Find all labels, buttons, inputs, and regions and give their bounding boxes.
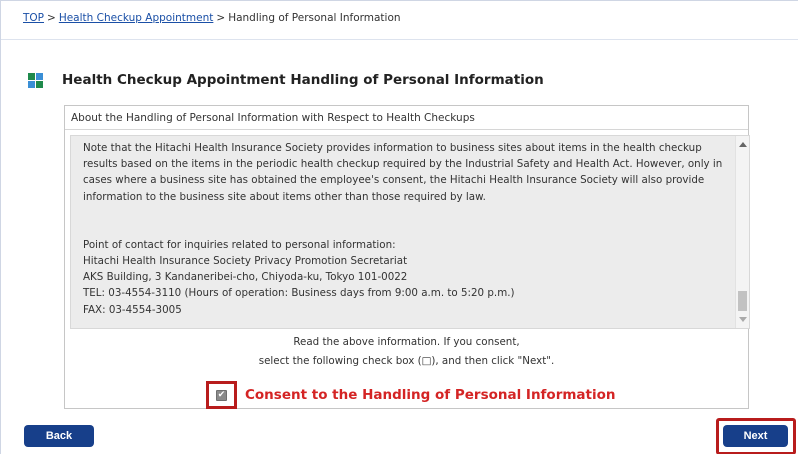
contact-line: Point of contact for inquiries related t… <box>83 238 396 251</box>
vertical-scrollbar[interactable] <box>735 136 749 328</box>
consent-panel: About the Handling of Personal Informati… <box>64 105 750 409</box>
breadcrumb-separator: > <box>47 12 56 24</box>
contact-line: Hitachi Health Insurance Society Privacy… <box>83 255 408 268</box>
check-icon: ✔ <box>217 389 226 400</box>
consent-label[interactable]: Consent to the Handling of Personal Info… <box>245 387 616 403</box>
panel-header: About the Handling of Personal Informati… <box>65 106 748 130</box>
breadcrumb-divider <box>1 39 798 40</box>
contact-line: TEL: 03-4554-3110 (Hours of operation: B… <box>83 287 515 300</box>
instruction-text-2: select the following check box (□), and … <box>258 355 555 367</box>
checkbox-checked: ✔ <box>216 389 227 401</box>
grid-squares-icon <box>28 72 43 88</box>
breadcrumb-link-health-checkup[interactable]: Health Checkup Appointment <box>59 12 214 24</box>
breadcrumb-link-top[interactable]: TOP <box>23 12 44 24</box>
privacy-paragraph: Note that the Hitachi Health Insurance S… <box>83 142 723 203</box>
back-button[interactable]: Back <box>24 425 94 447</box>
page-title: Health Checkup Appointment Handling of P… <box>62 72 544 88</box>
scrollbar-thumb[interactable] <box>738 291 747 311</box>
breadcrumb: TOP > Health Checkup Appointment > Handling … <box>23 12 401 24</box>
consent-row: ✔ Consent to the Handling of Personal In… <box>206 381 616 409</box>
privacy-text-scrollbox[interactable]: Note that the Hitachi Health Insurance S… <box>70 135 750 329</box>
next-button-highlight: Next <box>716 418 796 454</box>
scroll-down-arrow-icon[interactable] <box>739 317 747 322</box>
privacy-text: Note that the Hitachi Health Insurance S… <box>83 140 733 318</box>
next-button[interactable]: Next <box>723 425 788 447</box>
contact-line: AKS Building, 3 Kandaneribei-cho, Chiyod… <box>83 271 408 284</box>
instruction-text-1: Read the above information. If you conse… <box>293 336 520 348</box>
breadcrumb-current: Handling of Personal Information <box>228 12 401 24</box>
contact-line: FAX: 03-4554-3005 <box>83 303 182 316</box>
page-title-row: Health Checkup Appointment Handling of P… <box>28 72 544 88</box>
consent-checkbox[interactable]: ✔ <box>206 381 237 409</box>
scroll-up-arrow-icon[interactable] <box>739 142 747 147</box>
breadcrumb-separator: > <box>216 12 226 24</box>
